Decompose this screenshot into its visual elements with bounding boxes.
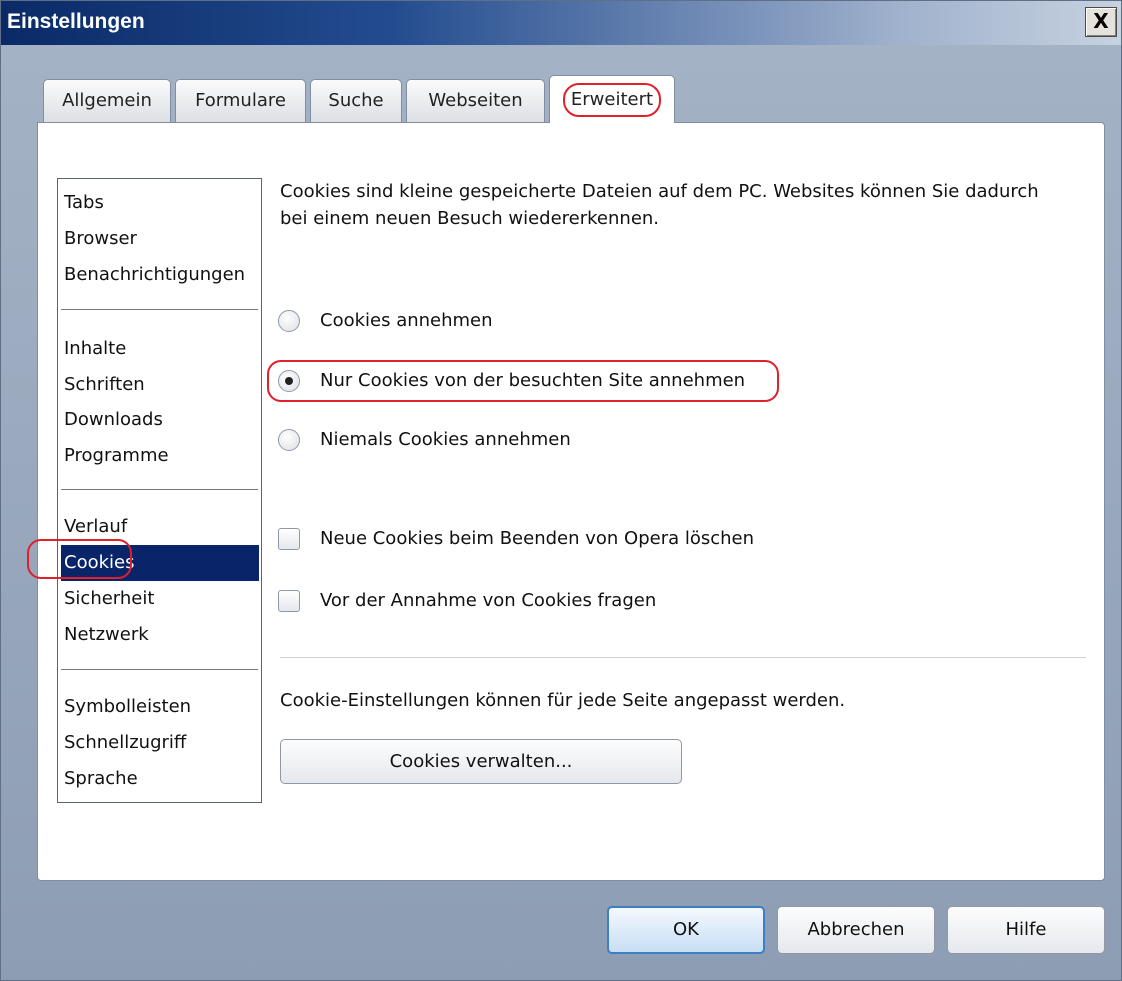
- checkbox[interactable]: [278, 528, 300, 550]
- sidebar-item-sicherheit[interactable]: Sicherheit: [58, 581, 261, 617]
- content-divider: [280, 657, 1086, 658]
- settings-dialog: Einstellungen X Allgemein Formulare Such…: [0, 0, 1122, 981]
- cookie-info-text: Cookie-Einstellungen können für jede Sei…: [280, 690, 846, 711]
- sidebar-item-programme[interactable]: Programme: [58, 438, 261, 474]
- sidebar-item-downloads[interactable]: Downloads: [58, 402, 261, 438]
- tab-suche[interactable]: Suche: [310, 79, 402, 122]
- sidebar-item-browser[interactable]: Browser: [58, 221, 261, 257]
- manage-cookies-button[interactable]: Cookies verwalten...: [280, 739, 682, 784]
- sidebar-item-benachrichtigungen[interactable]: Benachrichtigungen: [58, 257, 261, 293]
- radio-label: Niemals Cookies annehmen: [320, 429, 571, 450]
- checkbox[interactable]: [278, 590, 300, 612]
- radio-button[interactable]: [278, 310, 300, 332]
- category-list[interactable]: Tabs Browser Benachrichtigungen Inhalte …: [57, 178, 262, 803]
- title-bar[interactable]: Einstellungen X: [1, 1, 1121, 45]
- sidebar-item-symbolleisten[interactable]: Symbolleisten: [58, 689, 261, 725]
- radio-highlight-ring: [267, 360, 779, 402]
- sidebar-item-netzwerk[interactable]: Netzwerk: [58, 617, 261, 653]
- ok-button[interactable]: OK: [607, 906, 765, 954]
- tab-formulare[interactable]: Formulare: [175, 79, 306, 122]
- help-button[interactable]: Hilfe: [947, 906, 1105, 954]
- tab-webseiten[interactable]: Webseiten: [406, 79, 545, 122]
- sidebar-divider: [61, 309, 258, 310]
- sidebar-item-schriften[interactable]: Schriften: [58, 367, 261, 403]
- cookies-highlight-ring: [27, 539, 132, 579]
- radio-button[interactable]: [278, 429, 300, 451]
- tab-allgemein[interactable]: Allgemein: [43, 79, 171, 122]
- cancel-button[interactable]: Abbrechen: [777, 906, 935, 954]
- cookies-description: Cookies sind kleine gespeicherte Dateien…: [280, 181, 1039, 229]
- tab-erweitert-label: Erweitert: [562, 83, 662, 117]
- sidebar-divider: [61, 669, 258, 670]
- sidebar-item-inhalte[interactable]: Inhalte: [58, 331, 261, 367]
- sidebar-item-tabs[interactable]: Tabs: [58, 185, 261, 221]
- checkbox-label: Neue Cookies beim Beenden von Opera lösc…: [320, 528, 755, 549]
- checkbox-label: Vor der Annahme von Cookies fragen: [320, 590, 657, 611]
- window-title: Einstellungen: [7, 10, 145, 33]
- tab-erweitert[interactable]: Erweitert: [549, 75, 675, 123]
- radio-label: Cookies annehmen: [320, 310, 493, 331]
- sidebar-divider: [61, 489, 258, 490]
- sidebar-item-schnellzugriff[interactable]: Schnellzugriff: [58, 725, 261, 761]
- settings-panel: Tabs Browser Benachrichtigungen Inhalte …: [27, 122, 1105, 881]
- close-button[interactable]: X: [1085, 7, 1117, 37]
- sidebar-item-sprache[interactable]: Sprache: [58, 761, 261, 797]
